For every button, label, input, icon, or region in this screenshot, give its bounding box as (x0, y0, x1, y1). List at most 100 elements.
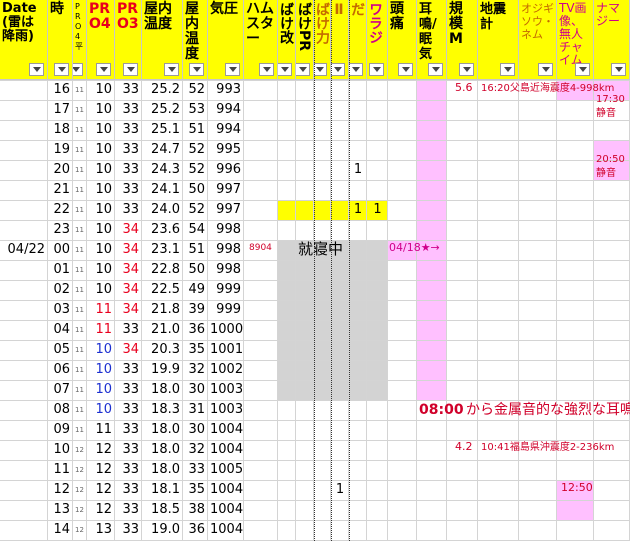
filter-dropdown-ojizou[interactable] (538, 63, 553, 76)
cell-pro4: 10 (95, 262, 112, 277)
cell-pro3: 33 (122, 442, 139, 457)
cell-date (2, 160, 45, 180)
header-pro3: PR O3 (115, 0, 142, 80)
col-line (518, 80, 519, 541)
cell-date (2, 280, 45, 300)
filter-dropdown-b6[interactable] (369, 63, 384, 76)
cell-press: 997 (216, 182, 241, 197)
header-eq: 地震計 (478, 0, 519, 80)
chime-time: 12:50 (561, 481, 593, 494)
cell-pro4: 10 (95, 162, 112, 177)
header-label-tv: TV画像、無人チャイム (559, 1, 587, 67)
cell-date (2, 360, 45, 380)
cell-pro3: 33 (122, 522, 139, 537)
filter-dropdown-temp[interactable] (164, 63, 179, 76)
tv1-status: 静音 (596, 108, 616, 119)
cell-hour: 18 (53, 122, 70, 137)
header-label-date: Date (雷は 降雨) (2, 1, 37, 44)
cell-pro3: 33 (122, 122, 139, 137)
cell-press: 1004 (210, 502, 244, 517)
mark-b4: 1 (335, 482, 345, 497)
cell-temp: 18.5 (151, 502, 180, 517)
cell-hour: 20 (53, 162, 70, 177)
filter-dropdown-ear[interactable] (428, 63, 443, 76)
cell-pro3: 33 (122, 382, 139, 397)
header-label-b5: まもりだ (349, 2, 366, 44)
cell-temp: 18.3 (151, 402, 180, 417)
cell-press: 994 (216, 102, 241, 117)
cell-hum: 35 (188, 482, 205, 497)
header-b6: ワラジ (367, 0, 388, 80)
filter-dropdown-date[interactable] (29, 63, 44, 76)
cell-temp: 20.3 (151, 342, 180, 357)
filter-dropdown-b2[interactable] (296, 63, 310, 76)
filter-dropdown-b3[interactable] (314, 63, 327, 76)
cell-press: 993 (216, 82, 241, 97)
header-b3: ばけ力 (314, 0, 331, 80)
filter-dropdown-pro3[interactable] (123, 63, 138, 76)
cell-date (2, 320, 45, 340)
cell-pro4: 13 (95, 522, 112, 537)
mark-b6: 1 (373, 202, 382, 217)
col-line (387, 80, 388, 541)
cell-pro4: 12 (95, 482, 112, 497)
header-label-ham: ハム スター (246, 1, 274, 47)
header-ham: ハム スター (244, 0, 278, 80)
cell-press: 996 (216, 162, 241, 177)
filter-dropdown-scale[interactable] (459, 63, 474, 76)
filter-dropdown-hour[interactable] (54, 63, 69, 76)
mark-b5: 1 (353, 162, 363, 177)
cell-pro4: 10 (95, 282, 112, 297)
cell-temp: 25.2 (151, 82, 180, 97)
filter-dropdown-pr[interactable] (73, 63, 83, 76)
filter-dropdown-tv[interactable] (575, 63, 590, 76)
cell-hum: 30 (188, 382, 205, 397)
filter-dropdown-b1[interactable] (278, 63, 292, 76)
tv2-status: 静音 (596, 168, 616, 179)
cell-pro4: 10 (95, 342, 112, 357)
cell-pr: 11 (75, 366, 84, 374)
cell-hum: 54 (188, 222, 205, 237)
cell-pro4: 10 (95, 102, 112, 117)
filter-dropdown-press[interactable] (225, 63, 240, 76)
cell-pro3: 33 (122, 162, 139, 177)
cell-pro4: 12 (95, 502, 112, 517)
filter-dropdown-hum[interactable] (189, 63, 204, 76)
cell-hum: 39 (188, 302, 205, 317)
filter-dropdown-eq[interactable] (500, 63, 515, 76)
header-label-pro4: PR O4 (89, 1, 111, 32)
filter-dropdown-pro4[interactable] (96, 63, 111, 76)
cell-hum: 49 (188, 282, 205, 297)
cell-press: 994 (216, 122, 241, 137)
cell-pr: 11 (75, 326, 84, 334)
cell-temp: 18.0 (151, 462, 180, 477)
header-press: 気圧 (208, 0, 244, 80)
hamster-value: 8904 (249, 243, 272, 253)
dashed-divider (314, 0, 315, 541)
cell-temp: 18.0 (151, 382, 180, 397)
cell-temp: 24.0 (151, 202, 180, 217)
tinnitus-time: 08:00 (419, 402, 464, 418)
cell-pr: 12 (75, 446, 84, 454)
cell-pr: 11 (75, 386, 84, 394)
header-namaz: ナマジー (594, 0, 630, 80)
cell-pro4: 10 (95, 402, 112, 417)
cell-temp: 21.0 (151, 322, 180, 337)
header-b5: まもりだ (349, 0, 367, 80)
cell-hour: 02 (53, 282, 70, 297)
cell-hour: 03 (53, 302, 70, 317)
filter-dropdown-b4[interactable] (331, 63, 345, 76)
cell-press: 995 (216, 142, 241, 157)
cell-date (2, 340, 45, 360)
filter-dropdown-ham[interactable] (259, 63, 274, 76)
cell-temp: 21.8 (151, 302, 180, 317)
cell-hum: 51 (188, 122, 205, 137)
cell-hour: 23 (53, 222, 70, 237)
filter-dropdown-head[interactable] (398, 63, 413, 76)
cell-hum: 50 (188, 182, 205, 197)
filter-dropdown-b5[interactable] (349, 63, 363, 76)
cell-pr: 11 (75, 86, 84, 94)
filter-dropdown-namaz[interactable] (611, 63, 626, 76)
header-pro4: PR O4 (87, 0, 115, 80)
cell-pr: 12 (75, 506, 84, 514)
